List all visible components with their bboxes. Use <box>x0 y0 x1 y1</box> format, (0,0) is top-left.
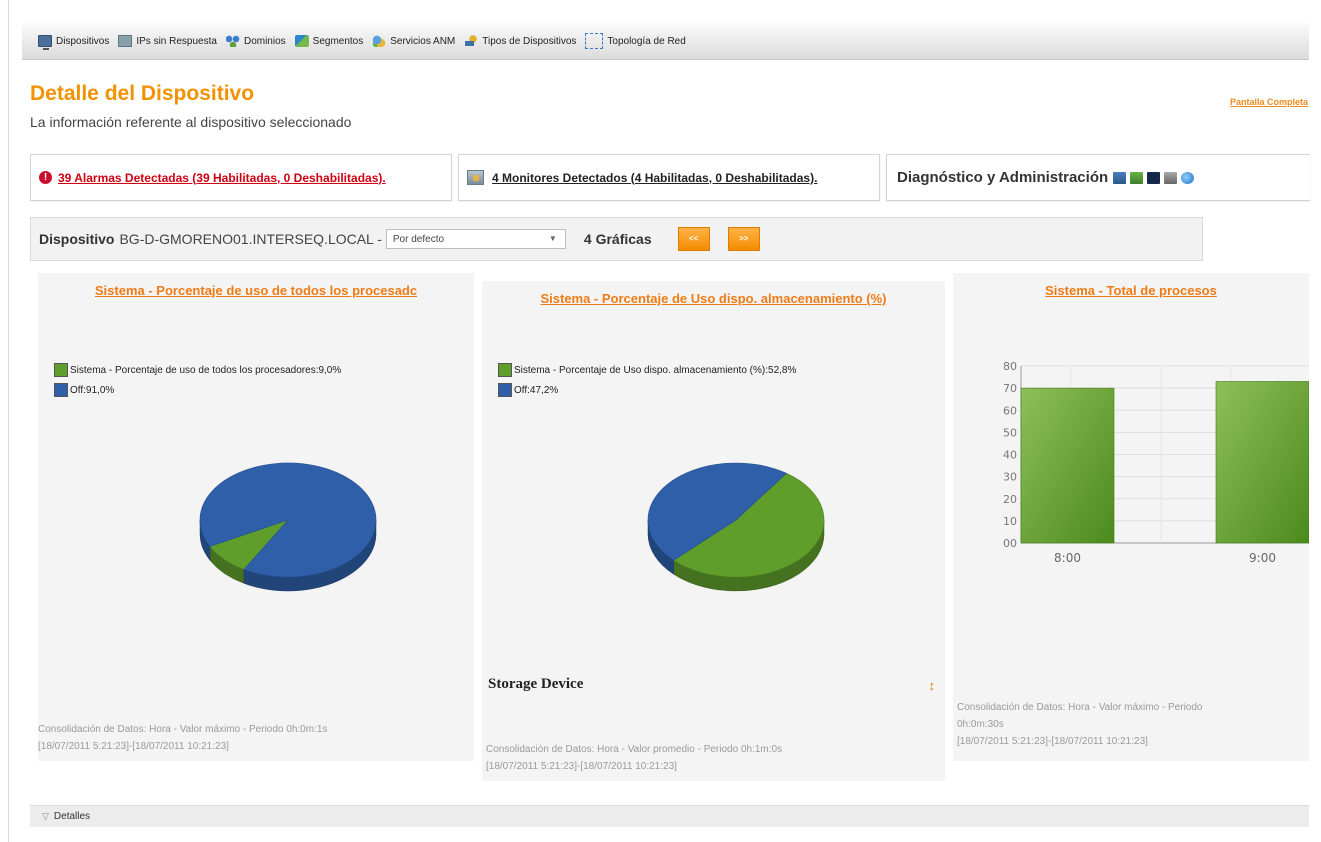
toolbar-item-label: IPs sin Respuesta <box>136 35 217 47</box>
chart-panel-cpu: Sistema - Porcentaje de uso de todos los… <box>38 273 474 761</box>
consolidation-line: Consolidación de Datos: Hora - Valor pro… <box>486 744 783 755</box>
y-tick-label: 30 <box>1003 471 1017 484</box>
toolbar-item-label: Dominios <box>243 35 286 47</box>
toolbar-item-ips[interactable]: IPs sin Respuesta <box>118 35 217 47</box>
previous-button[interactable]: << <box>677 227 710 251</box>
network-monitor-icon[interactable] <box>1130 171 1144 184</box>
bar-chart: 00 10 20 30 40 50 60 70 80 8:00 9:00 <box>1003 360 1309 565</box>
chevron-down-icon: ▼ <box>548 234 557 243</box>
legend-item: Sistema - Porcentaje de uso de todos los… <box>54 360 341 380</box>
toolbar-item-dominios[interactable]: Dominios <box>225 35 286 47</box>
toolbar-item-label: Servicios ANM <box>390 35 456 47</box>
device-types-icon <box>464 35 479 47</box>
toolbar-item-segmentos[interactable]: Segmentos <box>294 35 364 47</box>
view-select-value: Por defecto <box>392 233 445 245</box>
chart-legend: Sistema - Porcentaje de Uso dispo. almac… <box>498 360 796 400</box>
details-label: Detalles <box>53 811 91 822</box>
view-select[interactable]: Por defecto ▼ <box>385 229 566 249</box>
consolidation-line: Consolidación de Datos: Hora - Valor máx… <box>38 724 328 735</box>
chart-title[interactable]: Sistema - Porcentaje de uso de todos los… <box>38 283 474 298</box>
consolidation-info: Consolidación de Datos: Hora - Valor pro… <box>486 741 782 775</box>
terminal-icon[interactable] <box>1147 171 1161 184</box>
page-subtitle: La información referente al dispositivo … <box>30 114 352 130</box>
toolbar-item-servicios[interactable]: Servicios ANM <box>372 35 455 47</box>
toolbar-item-tipos[interactable]: Tipos de Dispositivos <box>464 35 576 47</box>
legend-label: Sistema - Porcentaje de Uso dispo. almac… <box>514 364 797 376</box>
legend-swatch <box>54 363 68 377</box>
bar[interactable] <box>1020 387 1115 544</box>
y-tick-label: 50 <box>1003 426 1017 439</box>
monitor-box-icon <box>467 170 484 185</box>
device-label: Dispositivo <box>39 231 115 247</box>
legend-swatch <box>498 363 512 377</box>
chart-panel-storage: Sistema - Porcentaje de Uso dispo. almac… <box>482 281 945 781</box>
toolbar-item-dispositivos[interactable]: Dispositivos <box>38 35 110 50</box>
pie-chart <box>199 462 377 592</box>
consolidation-range: [18/07/2011 5:21:23]-[18/07/2011 10:21:2… <box>486 761 677 772</box>
legend-label: Off:47,2% <box>514 384 559 396</box>
monitors-box: 4 Monitores Detectados (4 Habilitadas, 0… <box>458 154 880 201</box>
details-toggle[interactable]: ▽ Detalles <box>30 805 1309 827</box>
bar[interactable] <box>1215 381 1309 544</box>
toolbar-item-label: Topología de Red <box>607 35 686 47</box>
alarm-icon: ! <box>39 171 52 184</box>
segment-icon <box>294 35 309 47</box>
legend-swatch <box>498 383 512 397</box>
y-tick-label: 20 <box>1003 493 1017 506</box>
x-tick-label: 9:00 <box>1249 551 1276 565</box>
chart-title[interactable]: Sistema - Porcentaje de Uso dispo. almac… <box>482 291 945 306</box>
y-tick-label: 10 <box>1003 515 1017 528</box>
domain-icon <box>225 35 240 47</box>
device-name: BG-D-GMORENO01.INTERSEQ.LOCAL - <box>119 231 382 247</box>
toolbar-item-topologia[interactable]: Topología de Red <box>585 33 686 49</box>
fullscreen-link[interactable]: Pantalla Completa <box>1230 97 1308 107</box>
consolidation-range: [18/07/2011 5:21:23]-[18/07/2011 10:21:2… <box>38 741 229 752</box>
legend-item: Off:91,0% <box>54 380 341 400</box>
toolbar-item-label: Segmentos <box>312 35 364 47</box>
legend-label: Off:91,0% <box>70 384 115 396</box>
storage-device-label: Storage Device <box>488 676 584 692</box>
legend-label: Sistema - Porcentaje de uso de todos los… <box>70 364 342 376</box>
legend-item: Sistema - Porcentaje de Uso dispo. almac… <box>498 360 796 380</box>
consolidation-period: 0h:0m:30s <box>957 719 1004 730</box>
monitor-icon <box>38 35 52 50</box>
consolidation-range: [18/07/2011 5:21:23]-[18/07/2011 10:21:2… <box>957 736 1148 747</box>
consolidation-line: Consolidación de Datos: Hora - Valor máx… <box>957 702 1203 713</box>
device-bar: Dispositivo BG-D-GMORENO01.INTERSEQ.LOCA… <box>30 217 1203 261</box>
legend-swatch <box>54 383 68 397</box>
toolbar-item-label: Dispositivos <box>56 35 110 47</box>
x-tick-label: 8:00 <box>1054 551 1081 565</box>
consolidation-info: Consolidación de Datos: Hora - Valor máx… <box>957 699 1202 750</box>
sort-icon[interactable]: ↕ <box>929 678 936 693</box>
monitors-link[interactable]: 4 Monitores Detectados (4 Habilitadas, 0… <box>492 171 817 185</box>
next-button[interactable]: >> <box>727 227 760 251</box>
services-icon <box>372 35 387 47</box>
chart-count: 4 Gráficas <box>583 231 652 247</box>
globe-icon[interactable] <box>1181 171 1195 184</box>
consolidation-info: Consolidación de Datos: Hora - Valor máx… <box>38 721 327 755</box>
y-tick-label: 60 <box>1003 404 1017 417</box>
y-tick-label: 70 <box>1003 382 1017 395</box>
top-toolbar: Dispositivos IPs sin Respuesta Dominios … <box>22 23 1309 60</box>
page-title: Detalle del Dispositivo <box>30 82 255 105</box>
chart-title[interactable]: Sistema - Total de procesos <box>953 283 1309 298</box>
ip-icon <box>118 35 133 47</box>
remote-desktop-icon[interactable] <box>1113 171 1127 184</box>
alarms-link[interactable]: 39 Alarmas Detectadas (39 Habilitadas, 0… <box>58 171 386 185</box>
chart-legend: Sistema - Porcentaje de uso de todos los… <box>54 360 341 400</box>
diagnostics-box: Diagnóstico y Administración <box>886 154 1310 201</box>
topology-icon <box>585 33 604 49</box>
y-tick-label: 00 <box>1003 537 1017 550</box>
y-tick-label: 80 <box>1003 360 1017 373</box>
triangle-down-icon: ▽ <box>42 811 49 821</box>
chart-panel-processes: Sistema - Total de procesos 00 10 20 30 40 50… <box>953 273 1309 761</box>
alarms-box: ! 39 Alarmas Detectadas (39 Habilitadas,… <box>30 154 452 201</box>
toolbar-item-label: Tipos de Dispositivos <box>482 35 577 47</box>
y-tick-label: 40 <box>1003 449 1017 462</box>
pie-chart <box>647 462 825 592</box>
legend-item: Off:47,2% <box>498 380 796 400</box>
inventory-icon[interactable] <box>1164 171 1178 184</box>
diagnostics-label: Diagnóstico y Administración <box>897 169 1109 186</box>
